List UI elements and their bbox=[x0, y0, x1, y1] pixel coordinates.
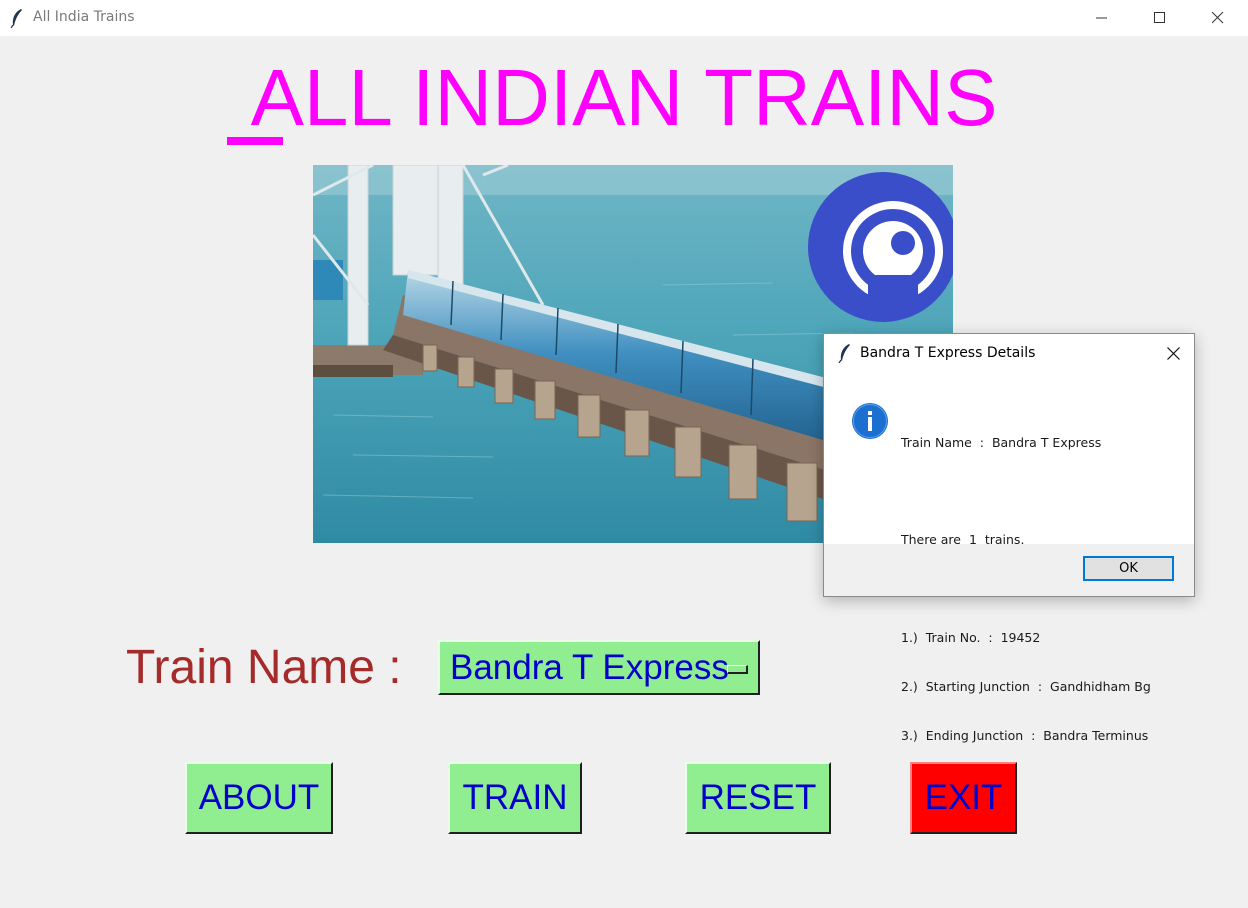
train-details-dialog: Bandra T Express Details Train Name : Ba… bbox=[823, 333, 1195, 743]
indian-railways-logo bbox=[808, 172, 953, 322]
maximize-icon bbox=[1154, 12, 1165, 23]
title-bar: All India Trains bbox=[0, 0, 1248, 36]
maximize-button[interactable] bbox=[1131, 0, 1189, 36]
page-heading: ALL INDIAN TRAINS bbox=[250, 53, 998, 142]
minimize-button[interactable] bbox=[1073, 0, 1131, 36]
train-name-label: Train Name : bbox=[126, 641, 402, 694]
about-button[interactable]: ABOUT bbox=[185, 762, 333, 834]
minimize-icon bbox=[1096, 17, 1107, 19]
close-icon bbox=[1166, 346, 1180, 360]
feather-icon bbox=[10, 9, 22, 28]
app-window: All India Trains ALL INDIAN TRAINS Train… bbox=[0, 0, 1248, 908]
dialog-footer: OK bbox=[824, 544, 1194, 596]
info-icon bbox=[852, 403, 888, 439]
feather-icon bbox=[838, 344, 850, 363]
dialog-line: Train Name : Bandra T Express bbox=[901, 434, 1102, 450]
dialog-line: 1.) Train No. : 19452 bbox=[901, 630, 1041, 646]
train-name-selected: Bandra T Express bbox=[450, 648, 729, 687]
dialog-close-button[interactable] bbox=[1160, 341, 1186, 365]
dialog-line: 3.) Ending Junction : Bandra Terminus bbox=[901, 727, 1149, 743]
close-icon bbox=[1212, 12, 1224, 24]
window-title: All India Trains bbox=[33, 9, 135, 25]
dialog-title: Bandra T Express Details bbox=[860, 345, 1036, 361]
dialog-line: 2.) Starting Junction : Gandhidham Bg bbox=[901, 679, 1151, 695]
train-name-dropdown[interactable]: Bandra T Express bbox=[438, 640, 760, 695]
ok-button[interactable]: OK bbox=[1083, 556, 1174, 581]
reset-button[interactable]: RESET bbox=[685, 762, 831, 834]
heading-underline bbox=[227, 137, 283, 145]
close-window-button[interactable] bbox=[1189, 0, 1247, 36]
dialog-line bbox=[901, 483, 1151, 499]
train-button[interactable]: TRAIN bbox=[448, 762, 582, 834]
dropdown-indicator-icon bbox=[727, 665, 748, 674]
